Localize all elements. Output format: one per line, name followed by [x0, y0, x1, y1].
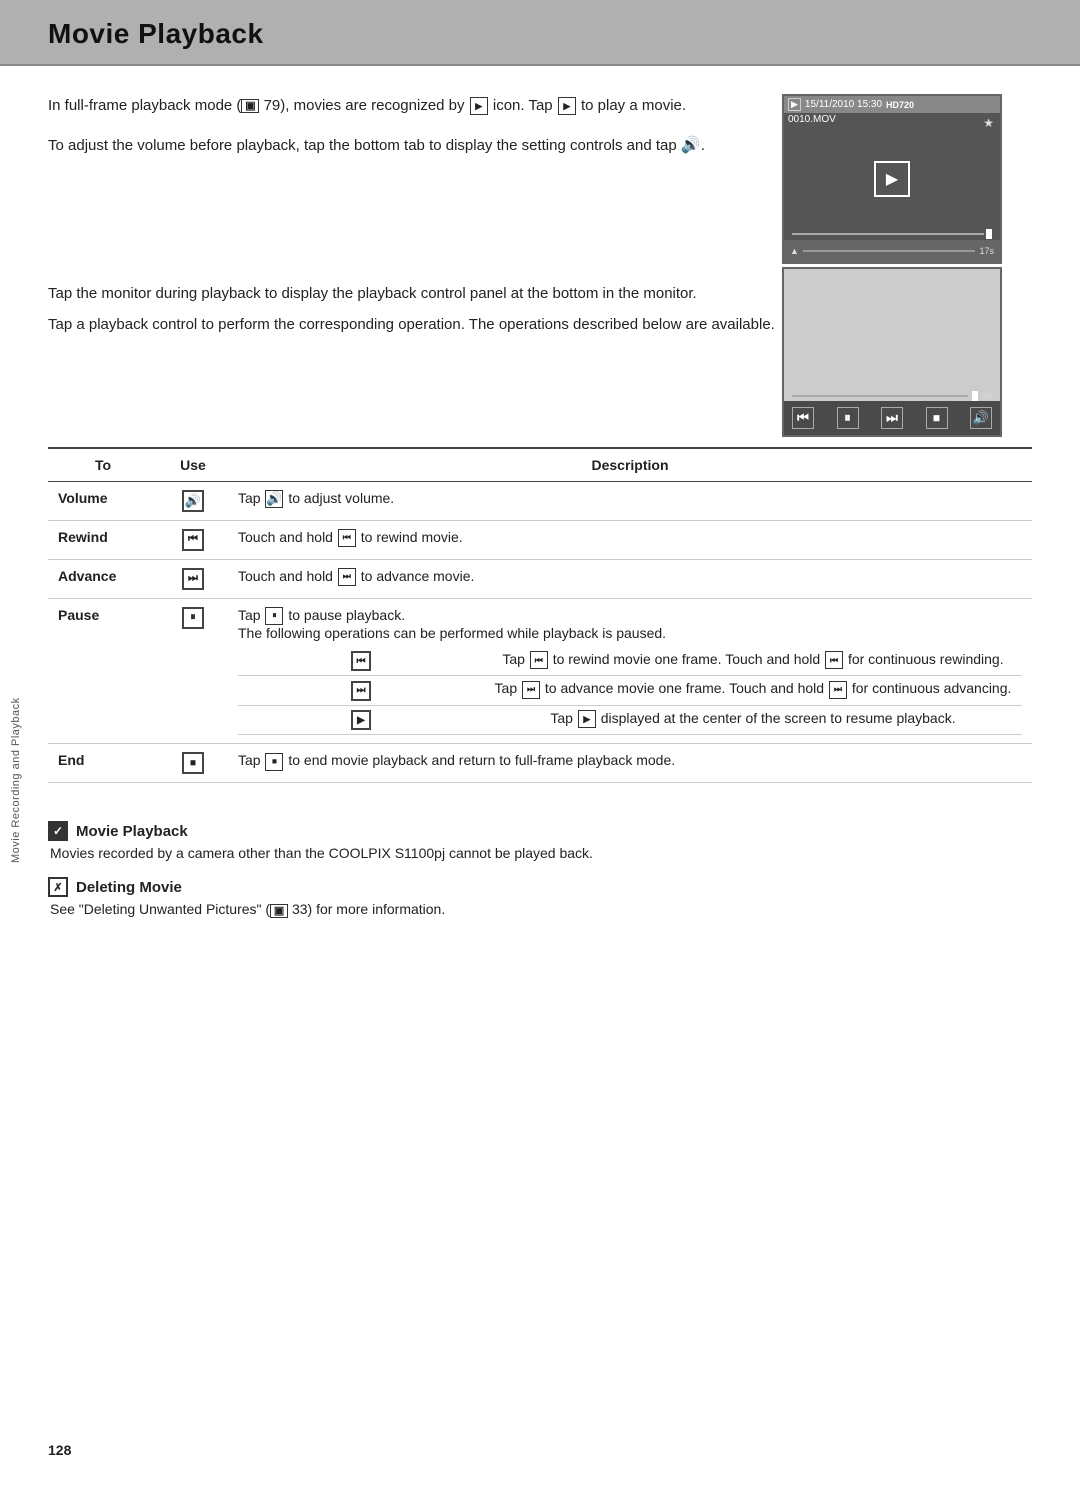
playback-screen: 9s ⏮ ⏸ ⏭ ⏹ 🔊: [782, 267, 1002, 437]
page-header: Movie Playback: [0, 0, 1080, 66]
pause-play-icon: ▶: [351, 710, 371, 730]
table-row-pause: Pause ⏸ Tap ⏸ to pause playback. The fol…: [48, 598, 1032, 744]
filename: 0010.MOV: [788, 114, 836, 125]
star-icon: ★: [983, 116, 994, 130]
cell-desc-pause: Tap ⏸ to pause playback. The following o…: [228, 598, 1032, 744]
intro-para2: To adjust the volume before playback, ta…: [48, 133, 752, 159]
cell-use-rewind: ⏮: [158, 520, 228, 559]
pause-sub-row-advance: ⏭ Tap ⏭ to advance movie one frame. Touc…: [238, 676, 1022, 706]
stop-icon-inline: ⏹: [265, 753, 283, 771]
table-row-rewind: Rewind ⏮ Touch and hold ⏮ to rewind movi…: [48, 520, 1032, 559]
pause-rewind-icon: ⏮: [351, 651, 371, 671]
forward-ctrl-icon[interactable]: ⏭: [881, 407, 903, 429]
status-bar: ▶ 15/11/2010 15:30 HD720: [784, 96, 1000, 113]
pb-progress-line: [792, 395, 968, 397]
progress-cursor: [986, 229, 992, 239]
pause-use-icon: ⏸: [182, 607, 204, 629]
cell-desc-rewind: Touch and hold ⏮ to rewind movie.: [228, 520, 1032, 559]
main-table: To Use Description Volume 🔊 Tap 🔊 to adj…: [48, 447, 1032, 784]
rewind-use-icon: ⏮: [182, 529, 204, 551]
cell-use-end: ⏹: [158, 744, 228, 783]
cell-to-advance: Advance: [48, 559, 158, 598]
table-row-volume: Volume 🔊 Tap 🔊 to adjust volume.: [48, 481, 1032, 520]
pb-time: 9s: [982, 391, 992, 401]
advance-use-icon: ⏭: [182, 568, 204, 590]
advance-icon-inline: ⏭: [338, 568, 356, 586]
col-header-description: Description: [228, 448, 1032, 482]
progress-area: [784, 228, 1000, 240]
pb-cursor: [972, 391, 978, 401]
table-row-advance: Advance ⏭ Touch and hold ⏭ to advance mo…: [48, 559, 1032, 598]
play-ic1: ▶: [578, 710, 596, 728]
rewind-icon-inline: ⏮: [338, 529, 356, 547]
adv-ic2: ⏭: [829, 681, 847, 699]
pause-play-desc: Tap ▶ displayed at the center of the scr…: [484, 705, 1022, 735]
top-image-col: ▶ 15/11/2010 15:30 HD720 0010.MOV ★ ▶ ▲ …: [782, 94, 1032, 264]
rew-ic1: ⏮: [530, 651, 548, 669]
note-title-movie-playback: ✓ Movie Playback: [48, 821, 1032, 841]
note-title-label: Movie Playback: [76, 823, 188, 840]
pause-sub-row-rewind: ⏮ Tap ⏮ to rewind movie one frame. Touch…: [238, 647, 1022, 676]
pause-advance-desc: Tap ⏭ to advance movie one frame. Touch …: [484, 676, 1022, 706]
camera-screen-1: ▶ 15/11/2010 15:30 HD720 0010.MOV ★ ▶ ▲ …: [782, 94, 1002, 264]
table-header-row: To Use Description: [48, 448, 1032, 482]
bottom-bar: ▲ 17s: [784, 240, 1000, 262]
notes-section: ✓ Movie Playback Movies recorded by a ca…: [48, 821, 1032, 917]
cell-to-rewind: Rewind: [48, 520, 158, 559]
cell-use-pause: ⏸: [158, 598, 228, 744]
play-button[interactable]: ▶: [874, 161, 910, 197]
stop-use-icon: ⏹: [182, 752, 204, 774]
intro-para1: In full-frame playback mode (▣ 79), movi…: [48, 94, 752, 119]
pause-icon-desc: ⏸: [265, 607, 283, 625]
sidebar-label: Movie Recording and Playback: [10, 700, 22, 860]
cell-use-volume: 🔊: [158, 481, 228, 520]
note-title-deleting-label: Deleting Movie: [76, 879, 182, 896]
pause-rewind-desc: Tap ⏮ to rewind movie one frame. Touch a…: [484, 647, 1022, 676]
note-movie-playback: ✓ Movie Playback Movies recorded by a ca…: [48, 821, 1032, 861]
top-section: In full-frame playback mode (▣ 79), movi…: [48, 94, 1032, 264]
stop-ctrl-icon[interactable]: ⏹: [926, 407, 948, 429]
note-title-deleting-movie: ✗ Deleting Movie: [48, 877, 1032, 897]
table-row-end: End ⏹ Tap ⏹ to end movie playback and re…: [48, 744, 1032, 783]
pause-sub-table: ⏮ Tap ⏮ to rewind movie one frame. Touch…: [238, 647, 1022, 736]
pause-sub-row-play: ▶ Tap ▶ displayed at the center of the s…: [238, 705, 1022, 735]
note-deleting-movie: ✗ Deleting Movie See "Deleting Unwanted …: [48, 877, 1032, 917]
vol-icon-inline: 🔊: [265, 490, 283, 508]
cell-use-advance: ⏭: [158, 559, 228, 598]
playback-progress-row: 9s: [792, 391, 992, 401]
pause-ctrl-icon[interactable]: ⏸: [837, 407, 859, 429]
check-icon: ✓: [48, 821, 68, 841]
cross-icon: ✗: [48, 877, 68, 897]
rew-ic2: ⏮: [825, 651, 843, 669]
volume-use-icon: 🔊: [182, 490, 204, 512]
progress-line: [792, 233, 984, 235]
pause-advance-icon: ⏭: [351, 681, 371, 701]
cell-desc-volume: Tap 🔊 to adjust volume.: [228, 481, 1032, 520]
note-text-deleting-movie: See "Deleting Unwanted Pictures" (▣ 33) …: [48, 901, 1032, 917]
rewind-ctrl-icon[interactable]: ⏮: [792, 407, 814, 429]
cell-to-volume: Volume: [48, 481, 158, 520]
cell-desc-end: Tap ⏹ to end movie playback and return t…: [228, 744, 1032, 783]
page-number: 128: [48, 1442, 71, 1458]
play-controls-bar: ⏮ ⏸ ⏭ ⏹ 🔊: [784, 401, 1000, 435]
col-header-use: Use: [158, 448, 228, 482]
note-text-movie-playback: Movies recorded by a camera other than t…: [48, 845, 1032, 861]
cell-to-pause: Pause: [48, 598, 158, 744]
cell-to-end: End: [48, 744, 158, 783]
main-content: In full-frame playback mode (▣ 79), movi…: [0, 66, 1080, 946]
adv-ic1: ⏭: [522, 681, 540, 699]
col-header-to: To: [48, 448, 158, 482]
intro-text: In full-frame playback mode (▣ 79), movi…: [48, 94, 752, 173]
cell-desc-advance: Touch and hold ⏭ to advance movie.: [228, 559, 1032, 598]
page-title: Movie Playback: [48, 18, 1032, 50]
volume-ctrl-icon[interactable]: 🔊: [970, 407, 992, 429]
